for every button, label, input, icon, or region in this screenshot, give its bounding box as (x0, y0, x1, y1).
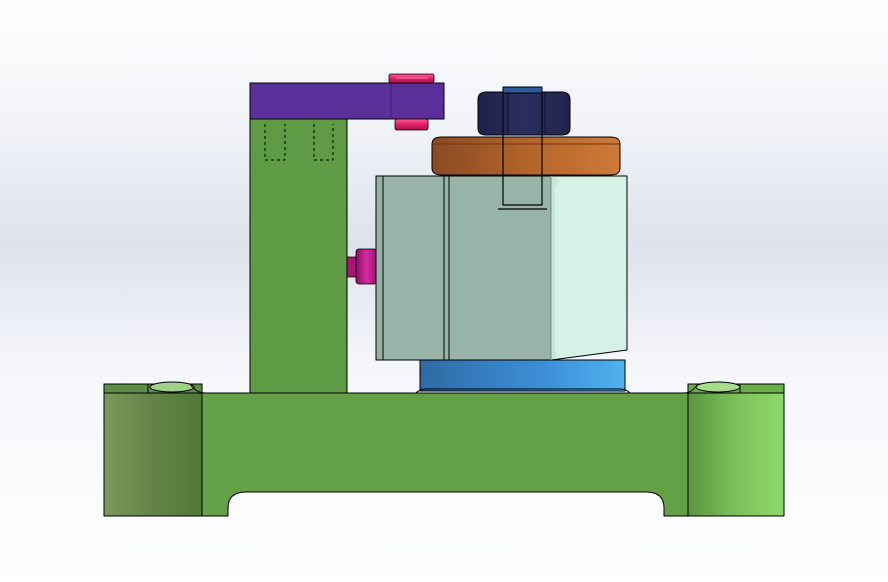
base-plate-body (103, 392, 785, 517)
side-screw[interactable] (346, 248, 378, 285)
cad-viewport[interactable] (0, 0, 888, 582)
block-body (375, 175, 552, 361)
right-boss (687, 392, 785, 517)
left-boss-hole (149, 381, 195, 393)
block[interactable] (375, 175, 628, 361)
bottom-spacer[interactable] (415, 359, 631, 394)
base-plate[interactable] (103, 381, 785, 517)
right-boss-hole (695, 381, 741, 393)
washer[interactable] (431, 136, 621, 176)
upright-post[interactable] (249, 117, 348, 394)
hex-nut[interactable] (477, 86, 571, 136)
block-end-face (550, 175, 628, 361)
cad-assembly-view[interactable] (0, 0, 888, 582)
left-boss (103, 392, 203, 517)
top-clamp-arm[interactable] (249, 82, 445, 120)
cap-screw-bottom[interactable] (394, 118, 429, 131)
cap-screw-top[interactable] (388, 73, 435, 84)
